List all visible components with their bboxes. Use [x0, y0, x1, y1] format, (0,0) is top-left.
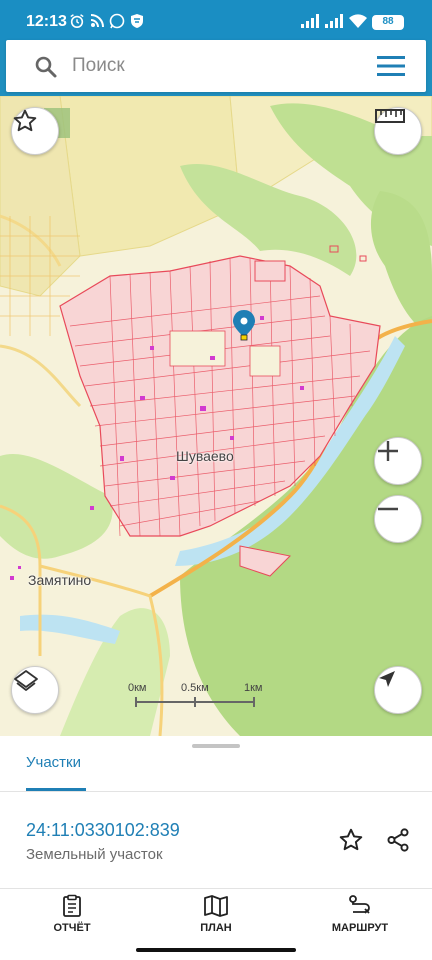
system-home-indicator[interactable] [136, 948, 296, 952]
ruler-icon [375, 109, 405, 123]
sheet-drag-handle[interactable] [192, 744, 240, 748]
nav-report-button[interactable]: ОТЧЁТ [44, 894, 100, 940]
scale-tick-0: 0км [128, 682, 147, 694]
cadastral-number-link[interactable]: 24:11:0330102:839 [26, 820, 180, 841]
map-view[interactable]: Шуваево Замятино 0км 0.5км 1км [0, 96, 432, 736]
nav-plan-label: ПЛАН [200, 922, 232, 934]
report-icon [63, 894, 81, 917]
nav-plan-button[interactable]: ПЛАН [190, 894, 242, 940]
place-label-zamyatino: Замятино [28, 572, 92, 588]
zoom-in-button[interactable] [374, 437, 422, 485]
battery-indicator: 88 [372, 15, 404, 30]
map-plan-icon [204, 895, 228, 917]
ruler-button[interactable] [374, 107, 422, 155]
place-label-shuvaevo: Шуваево [176, 448, 234, 464]
status-bar: 12:13 88 [0, 0, 432, 40]
search-input[interactable] [72, 52, 362, 80]
status-time: 12:13 [26, 13, 67, 30]
share-icon[interactable] [385, 827, 411, 853]
nav-route-label: МАРШРУТ [331, 922, 389, 934]
whatsapp-icon [109, 13, 125, 29]
signal-icon-2 [325, 14, 343, 28]
layers-button[interactable] [11, 666, 59, 714]
my-location-button[interactable] [374, 666, 422, 714]
plus-icon [378, 441, 398, 461]
navigation-arrow-icon [379, 671, 395, 687]
bottom-nav-divider [0, 888, 432, 889]
tab-parcels[interactable]: Участки [26, 754, 81, 771]
search-bar [6, 40, 426, 92]
scale-tick-half: 0.5км [181, 682, 209, 694]
scale-tick-1: 1км [244, 682, 263, 694]
favorite-map-button[interactable] [11, 107, 59, 155]
signal-icon [301, 14, 319, 28]
rss-icon [90, 14, 104, 28]
app-screen: 12:13 88 Поиск Шуваево Замятино 0км 0.5к… [0, 0, 432, 960]
menu-icon[interactable] [377, 55, 405, 77]
zoom-out-button[interactable] [374, 495, 422, 543]
alarm-icon [70, 14, 84, 29]
shield-icon [131, 14, 143, 28]
minus-icon [378, 507, 398, 511]
map-canvas[interactable] [0, 96, 432, 736]
nav-route-button[interactable]: МАРШРУТ [324, 894, 396, 940]
route-icon [349, 895, 370, 914]
wifi-icon [349, 14, 367, 28]
star-outline-icon [13, 109, 37, 132]
tab-divider [0, 791, 432, 792]
nav-report-label: ОТЧЁТ [53, 922, 91, 934]
object-type-label: Земельный участок [26, 846, 163, 863]
search-icon[interactable] [34, 55, 58, 79]
favorite-star-icon[interactable] [338, 827, 364, 853]
layers-icon [14, 670, 38, 691]
